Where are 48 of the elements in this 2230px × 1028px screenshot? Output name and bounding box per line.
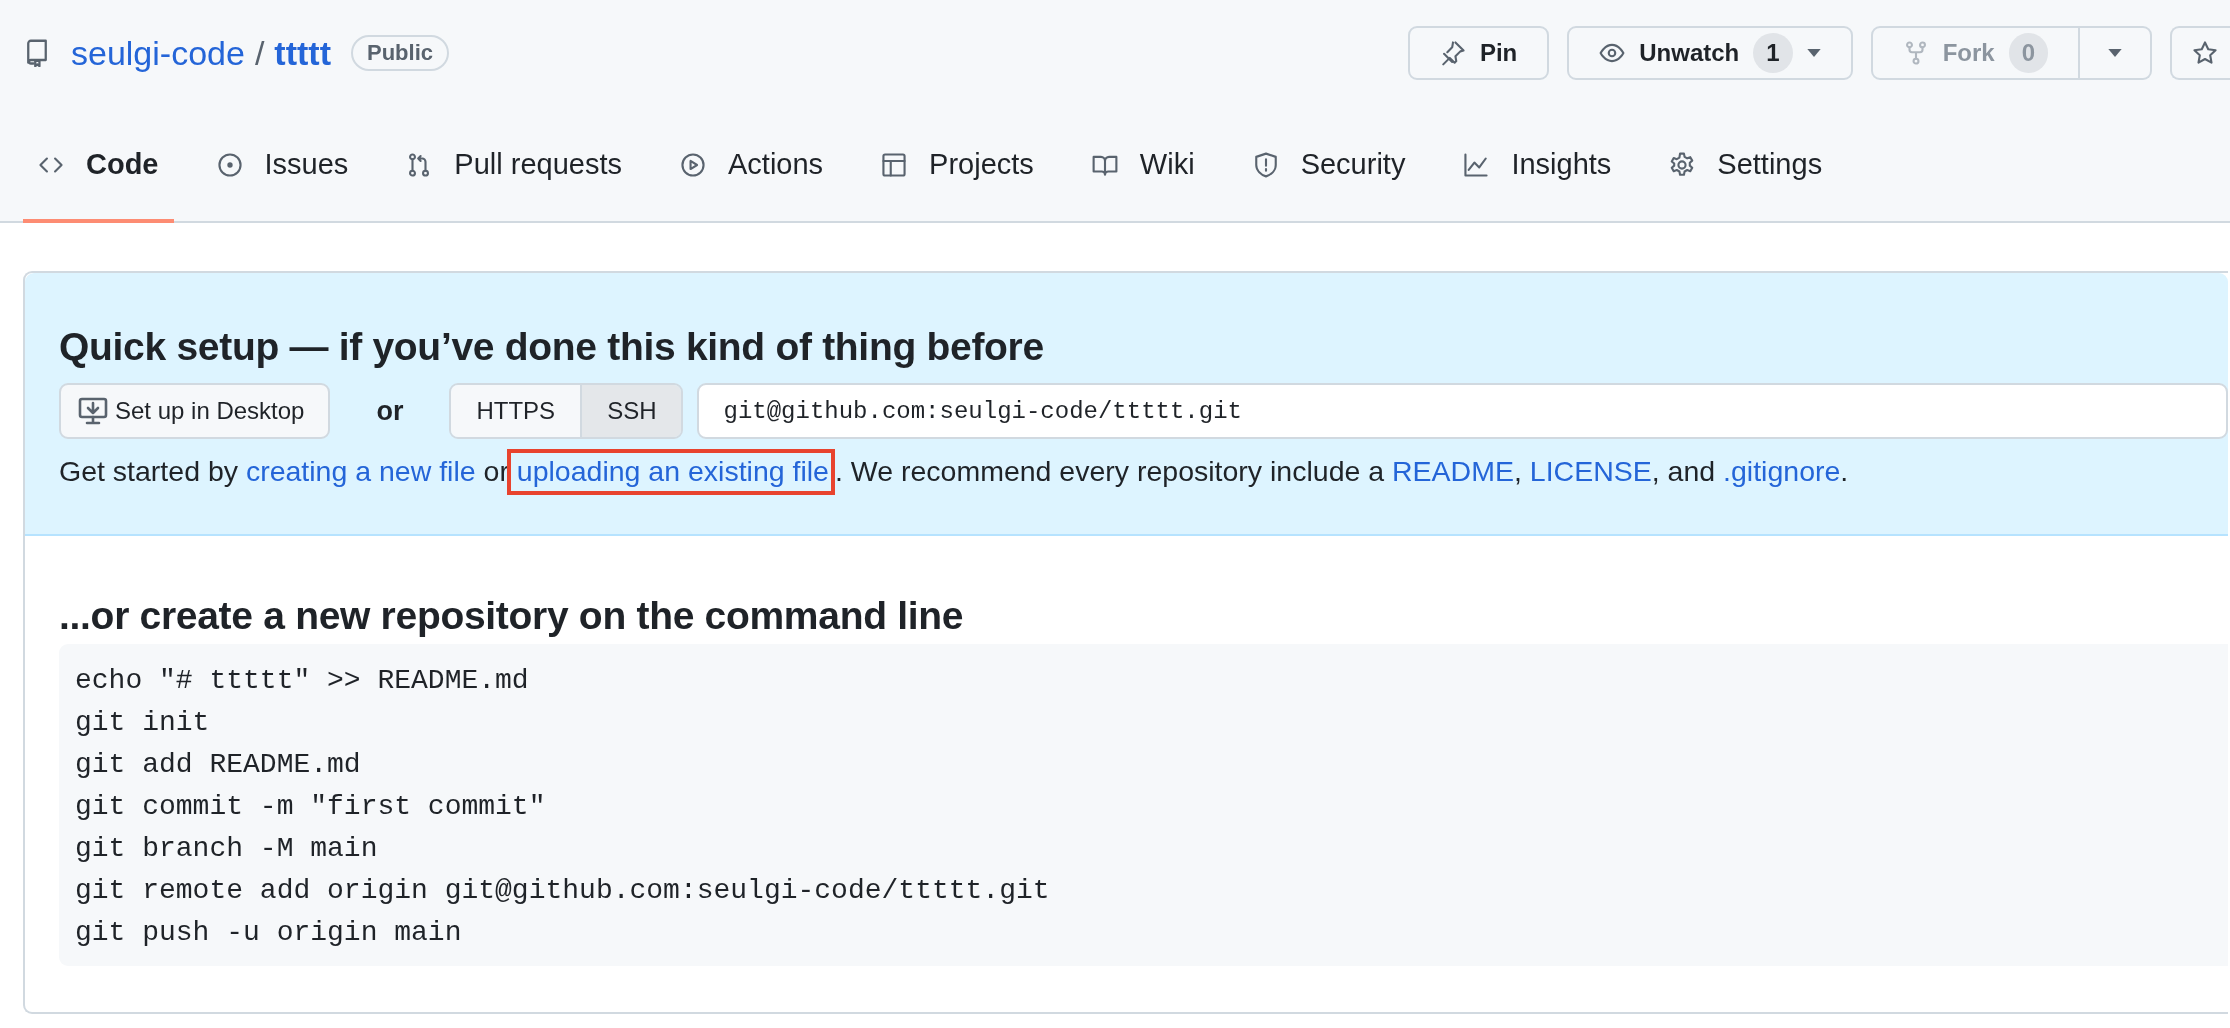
or-label: or [376, 395, 404, 427]
nav-tab[interactable]: Issues [201, 122, 364, 223]
link[interactable]: uploading an existing file [516, 455, 829, 487]
code-line: git add README.md [75, 748, 362, 782]
clone-url-field[interactable]: git@github.com:seulgi-code/ttttt.git [697, 383, 2228, 439]
desktop-icon [77, 395, 109, 427]
nav-tab[interactable]: Security [1237, 122, 1421, 223]
section-heading: ...or create a new repository on the command line [59, 594, 965, 638]
table-icon [881, 151, 908, 178]
caret-icon [2108, 49, 2122, 57]
pin-button[interactable]: Pin [1407, 26, 1550, 80]
shield-icon [1252, 151, 1279, 178]
desktop-button[interactable]: Set up in Desktop [59, 383, 331, 439]
circle-dot-icon [216, 151, 243, 178]
star-icon [2192, 40, 2218, 66]
code-line: git push -u origin main [75, 916, 463, 950]
instructions-text: Get started by creating a new file or uploading an existing file . We recommend every repository include a README, LICENSE, and .gitignore. [59, 455, 2228, 488]
link[interactable]: LICENSE [1529, 455, 1652, 487]
section-heading: Quick setup — if you’ve done this kind of thing before [59, 325, 1045, 369]
repo-name-link[interactable]: ttttt [274, 33, 331, 73]
owner-link[interactable]: seulgi-code [71, 33, 245, 73]
path-separator: / [254, 33, 265, 73]
nav-tab[interactable]: Projects [866, 122, 1049, 223]
link[interactable]: .gitignore [1723, 455, 1841, 487]
code-line: git commit -m "first commit" [75, 790, 547, 824]
protocol-tab[interactable]: HTTPS [451, 385, 581, 437]
pin-icon [1439, 40, 1466, 66]
nav-tab[interactable]: Code [23, 122, 174, 223]
star-button[interactable] [2170, 26, 2230, 80]
code-line: git remote add origin git@github.com:seulgi-code/ttttt.git [75, 874, 1051, 908]
counter: 1 [1753, 33, 1793, 73]
settings-icon [1669, 151, 1696, 178]
nav-tab[interactable]: Actions [665, 122, 839, 223]
nav-tab[interactable]: Wiki [1076, 122, 1210, 223]
code-line: git init [75, 706, 211, 740]
counter: 0 [2008, 33, 2048, 73]
protocol-tab[interactable]: SSH [580, 385, 682, 437]
nav-tab[interactable]: Settings [1654, 122, 1838, 223]
graph-icon [1463, 151, 1490, 178]
link[interactable]: creating a new file [245, 455, 476, 487]
visibility-label: Public [350, 35, 449, 71]
code-line: git branch -M main [75, 832, 379, 866]
nav-tab[interactable]: Insights [1448, 122, 1627, 223]
watch-button[interactable]: Unwatch 1 [1567, 26, 1853, 80]
link[interactable]: README [1392, 455, 1514, 487]
code-line: echo "# ttttt" >> README.md [75, 664, 530, 698]
play-icon [680, 151, 706, 178]
nav-tab[interactable]: Pull requests [391, 122, 637, 223]
